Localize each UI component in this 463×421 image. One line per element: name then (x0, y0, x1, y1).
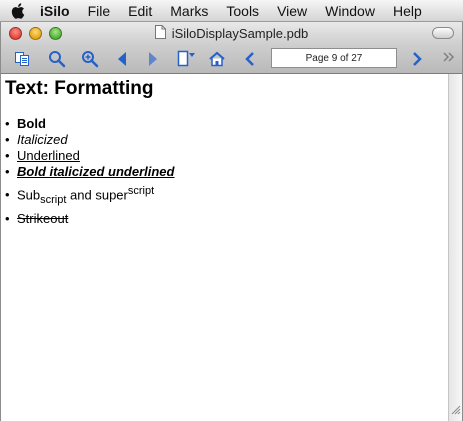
zoom-search-icon[interactable] (79, 48, 101, 70)
document-view[interactable]: Text: Formatting • Bold • Italicized • Unde… (1, 74, 462, 421)
bullet: • (5, 132, 10, 147)
list-item-bold-italic-underline: • Bold italicized underlined (5, 164, 462, 180)
title-bar[interactable]: iSiloDisplaySample.pdb (1, 22, 462, 44)
menu-file[interactable]: File (79, 0, 120, 22)
resize-grip-icon[interactable] (450, 402, 461, 420)
bold-text: Bold (17, 116, 46, 131)
menu-window[interactable]: Window (316, 0, 384, 22)
forward-icon[interactable] (142, 48, 164, 70)
bookmark-icon[interactable] (175, 48, 197, 70)
sub-prefix-text: Sub (17, 187, 41, 203)
previous-page-icon[interactable] (239, 48, 261, 70)
menu-bar: iSilo File Edit Marks Tools View Window … (0, 0, 463, 22)
minimize-button[interactable] (29, 26, 42, 40)
more-icon[interactable] (442, 51, 456, 66)
bullet: • (5, 210, 10, 226)
bullet: • (5, 116, 10, 131)
middle-text: and super (66, 187, 128, 203)
menu-help[interactable]: Help (384, 0, 431, 22)
menu-edit[interactable]: Edit (119, 0, 161, 22)
close-button[interactable] (9, 26, 22, 40)
toolbar-toggle-button[interactable] (432, 27, 454, 39)
apple-menu-icon[interactable] (0, 2, 36, 19)
window-controls (1, 26, 62, 40)
document-window: iSiloDisplaySample.pdb Page 9 of 27 Text… (0, 22, 463, 421)
bullet: • (5, 187, 10, 203)
home-icon[interactable] (206, 48, 228, 70)
copy-icon[interactable] (11, 48, 33, 70)
underlined-text: Underlined (17, 148, 80, 163)
menu-tools[interactable]: Tools (217, 0, 268, 22)
window-title: iSiloDisplaySample.pdb (171, 25, 309, 41)
menu-marks[interactable]: Marks (161, 0, 217, 22)
list-item-strikeout: • Strikeout (5, 211, 462, 227)
italic-text: Italicized (17, 132, 68, 147)
menu-view[interactable]: View (268, 0, 316, 22)
superscript-text: script (127, 185, 155, 197)
vertical-scrollbar[interactable] (448, 74, 462, 421)
zoom-button[interactable] (49, 26, 62, 40)
bullet: • (5, 164, 10, 179)
bold-italic-underlined-text: Bold italicized underlined (17, 164, 175, 179)
page-indicator: Page 9 of 27 (271, 48, 397, 68)
search-icon[interactable] (46, 48, 68, 70)
formatting-list: • Bold • Italicized • Underlined • Bold ital… (5, 116, 462, 227)
page-heading: Text: Formatting (5, 78, 154, 99)
list-item-underline: • Underlined (5, 148, 462, 164)
strikeout-text: Strikeout (17, 210, 69, 226)
list-item-italic: • Italicized (5, 132, 462, 148)
next-page-icon[interactable] (406, 48, 428, 70)
subscript-text: script (40, 193, 67, 206)
list-item-sub-super: • Subscript and superscript (5, 180, 462, 211)
bullet: • (5, 148, 10, 163)
document-icon (154, 24, 166, 42)
toolbar: Page 9 of 27 (1, 44, 462, 74)
list-item-bold: • Bold (5, 116, 462, 132)
back-icon[interactable] (111, 48, 133, 70)
app-menu[interactable]: iSilo (36, 0, 79, 22)
